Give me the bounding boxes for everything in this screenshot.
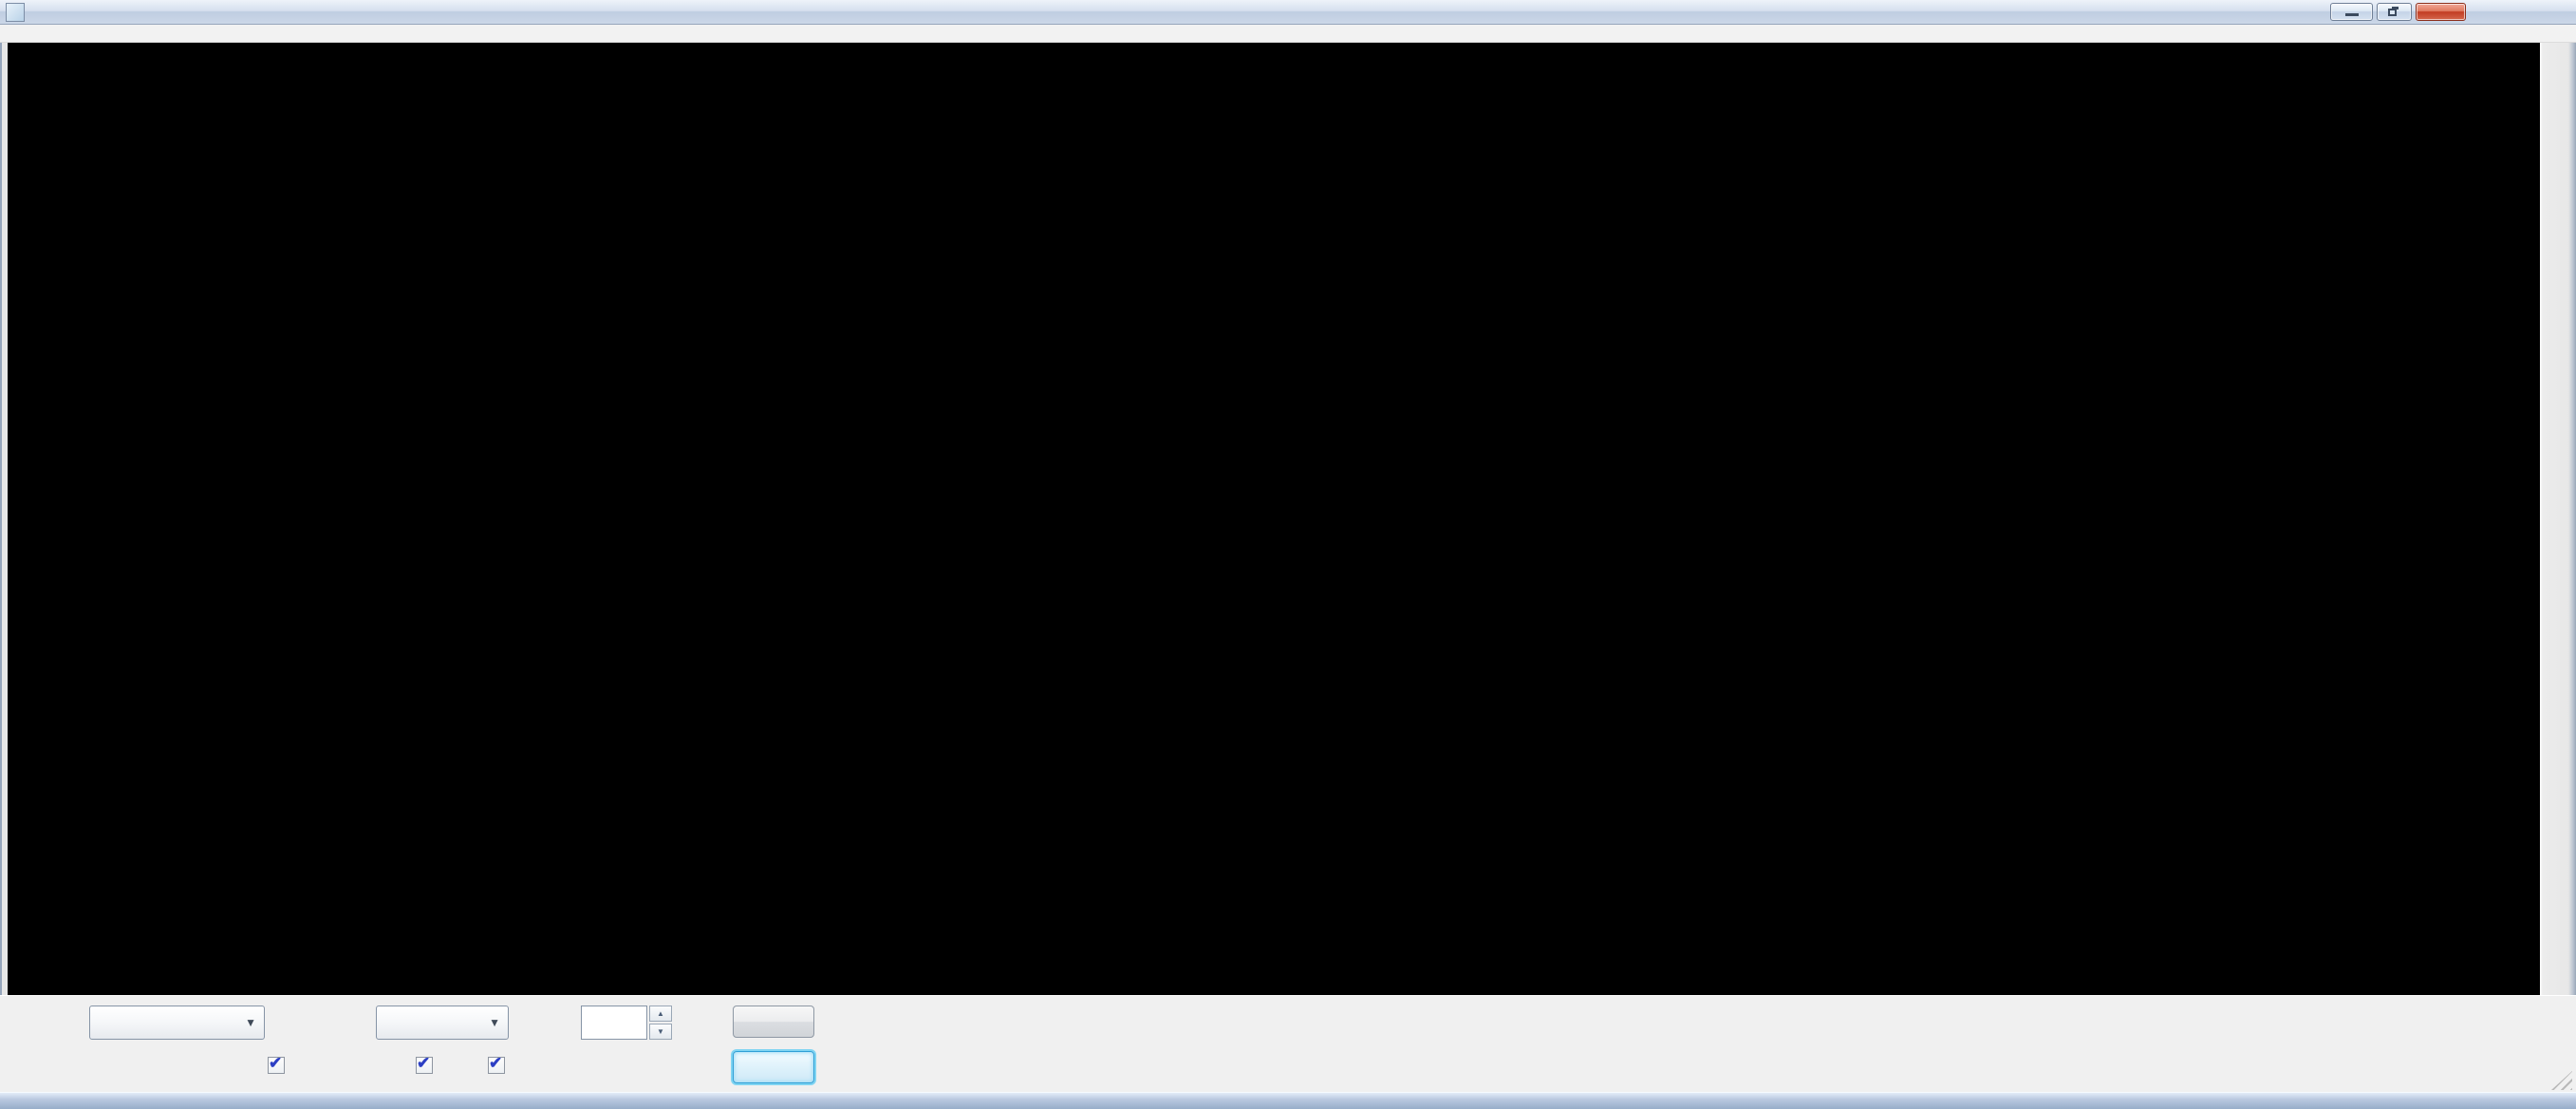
chevron-down-icon: ▼ [489, 1016, 500, 1029]
spinner-down-button[interactable]: ▼ [649, 1024, 672, 1040]
check-icon: ✔ [489, 1054, 502, 1073]
bw-button[interactable] [733, 1051, 814, 1083]
check-icon: ✔ [417, 1054, 430, 1073]
minimize-button[interactable] [2330, 3, 2373, 21]
title-bar[interactable] [0, 0, 2576, 25]
menu-item-edit[interactable] [14, 26, 24, 28]
contoured-checkbox[interactable]: ✔ [416, 1057, 433, 1074]
range-db-input[interactable] [581, 1006, 647, 1040]
menu-bar [0, 25, 2576, 43]
minimize-icon [2345, 13, 2359, 16]
close-button[interactable] [2416, 3, 2466, 21]
plot-area [0, 43, 2576, 995]
app-icon [6, 3, 25, 22]
restore-icon-front [2388, 9, 2397, 16]
control-panel: ▼ ▼ ▲ ▼ ✔ ✔ ✔ [0, 995, 2576, 1092]
copy-button[interactable] [733, 1006, 814, 1038]
range-db-spinner: ▲ ▼ [649, 1006, 672, 1040]
taskbar[interactable] [0, 1092, 2576, 1109]
check-icon: ✔ [269, 1054, 282, 1073]
arta-burst-decay-window: ▼ ▼ ▲ ▼ ✔ ✔ ✔ [0, 0, 2576, 1109]
mode-dropdown[interactable]: ▼ [89, 1006, 265, 1040]
restore-button[interactable] [2377, 3, 2412, 21]
waterfall-plot-canvas[interactable] [8, 43, 2540, 995]
window-right-margin [2540, 43, 2576, 995]
window-left-margin [0, 43, 8, 995]
spinner-up-button[interactable]: ▲ [649, 1006, 672, 1022]
grid-checkbox[interactable]: ✔ [488, 1057, 505, 1074]
colored-waterfall-checkbox[interactable]: ✔ [268, 1057, 285, 1074]
palette-dropdown[interactable]: ▼ [376, 1006, 509, 1040]
chevron-down-icon: ▼ [245, 1016, 256, 1029]
